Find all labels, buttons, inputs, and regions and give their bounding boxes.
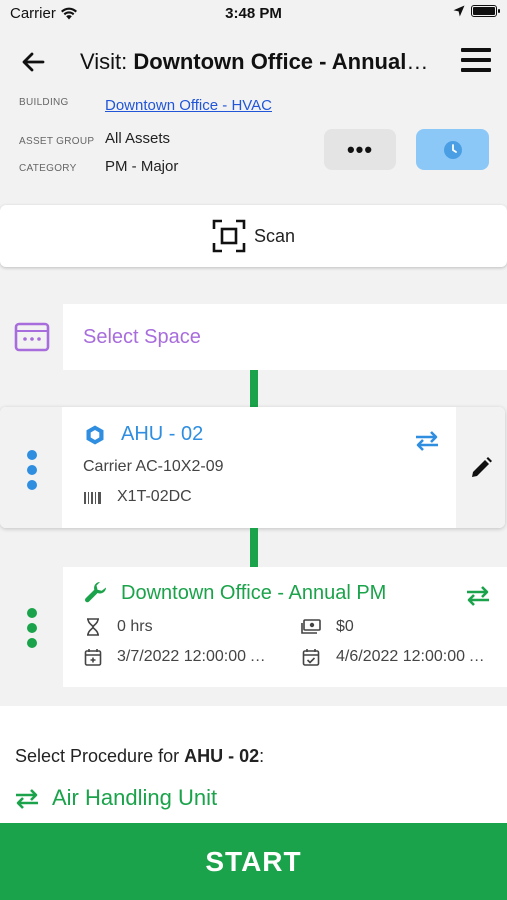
timeline-connector	[250, 370, 258, 407]
more-dots: •••	[346, 136, 374, 162]
start-button[interactable]: START	[0, 823, 507, 900]
building-label: BUILDING	[19, 97, 69, 108]
scan-label: Scan	[253, 225, 296, 246]
work-order-card[interactable]: Downtown Office - Annual PM 0 hrs $0 3/7…	[0, 567, 507, 687]
asset-card-gutter	[0, 407, 62, 528]
asset-group-label: ASSET GROUP	[19, 136, 95, 147]
pencil-icon	[471, 456, 492, 477]
title-prefix: Visit:	[80, 49, 134, 74]
building-link[interactable]: Downtown Office - HVAC	[105, 97, 272, 114]
hexagon-icon	[86, 425, 104, 445]
procedure-label: Select Procedure for AHU - 02:	[15, 746, 264, 767]
procedure-section: Select Procedure for AHU - 02: Air Handl…	[0, 706, 507, 824]
asset-drag-handle-icon[interactable]	[27, 450, 37, 490]
procedure-asset-name: AHU - 02	[184, 746, 260, 766]
wrench-icon	[85, 582, 106, 603]
work-order-start-date: 3/7/2022 12:00:00 AM	[117, 648, 269, 665]
hourglass-icon	[87, 618, 99, 636]
scan-button[interactable]: Scan	[0, 205, 507, 267]
select-space-label: Select Space	[83, 326, 201, 348]
scan-frame-icon	[212, 219, 246, 253]
battery-icon	[471, 5, 500, 17]
nav-header: Visit: Downtown Office - Annual PM	[0, 40, 507, 84]
work-order-drag-handle-icon[interactable]	[27, 608, 37, 648]
clock-icon	[443, 140, 462, 159]
edit-asset-button[interactable]	[456, 407, 505, 528]
calendar-check-icon	[302, 649, 320, 666]
procedure-label-prefix: Select Procedure for	[15, 746, 185, 766]
back-button[interactable]	[18, 47, 48, 77]
work-order-end-date: 4/6/2022 12:00:00 AM	[336, 648, 488, 665]
status-time: 3:48 PM	[225, 5, 282, 22]
asset-group-value: All Assets	[105, 130, 171, 147]
location-arrow-icon	[453, 5, 465, 17]
status-bar: Carrier 3:48 PM	[0, 0, 507, 30]
more-options-button[interactable]: •••	[324, 129, 396, 170]
time-log-button[interactable]	[416, 129, 489, 170]
space-icon-gutter	[0, 304, 63, 370]
calendar-plus-icon	[84, 649, 102, 666]
procedure-label-suffix: :	[259, 746, 265, 766]
asset-name: AHU - 02	[121, 423, 204, 445]
timeline-connector	[250, 528, 258, 567]
money-icon	[301, 619, 321, 634]
work-order-hours: 0 hrs	[117, 618, 153, 635]
work-order-name: Downtown Office - Annual PM	[121, 582, 387, 604]
select-space-row[interactable]: Select Space	[0, 304, 507, 370]
asset-serial: X1T-02DC	[117, 488, 192, 505]
barcode-icon	[84, 492, 101, 504]
asset-card[interactable]: AHU - 02 Carrier AC-10X2-09 X1T-02DC	[0, 407, 505, 528]
hamburger-menu-icon	[461, 48, 491, 72]
swap-icon[interactable]	[14, 788, 40, 810]
procedure-value[interactable]: Air Handling Unit	[52, 785, 217, 811]
asset-model: Carrier AC-10X2-09	[83, 458, 224, 475]
category-value: PM - Major	[105, 158, 179, 175]
swap-icon[interactable]	[465, 585, 491, 607]
menu-button[interactable]	[461, 48, 491, 76]
swap-icon[interactable]	[414, 430, 440, 452]
space-icon	[14, 322, 49, 352]
work-order-gutter	[0, 567, 63, 687]
category-label: CATEGORY	[19, 163, 77, 174]
work-order-cost: $0	[336, 618, 354, 635]
arrow-left-icon	[22, 52, 45, 72]
start-label: START	[205, 845, 302, 877]
title-visit-name: Downtown Office - Annual PM	[133, 49, 432, 74]
page-title: Visit: Downtown Office - Annual PM	[80, 49, 432, 75]
